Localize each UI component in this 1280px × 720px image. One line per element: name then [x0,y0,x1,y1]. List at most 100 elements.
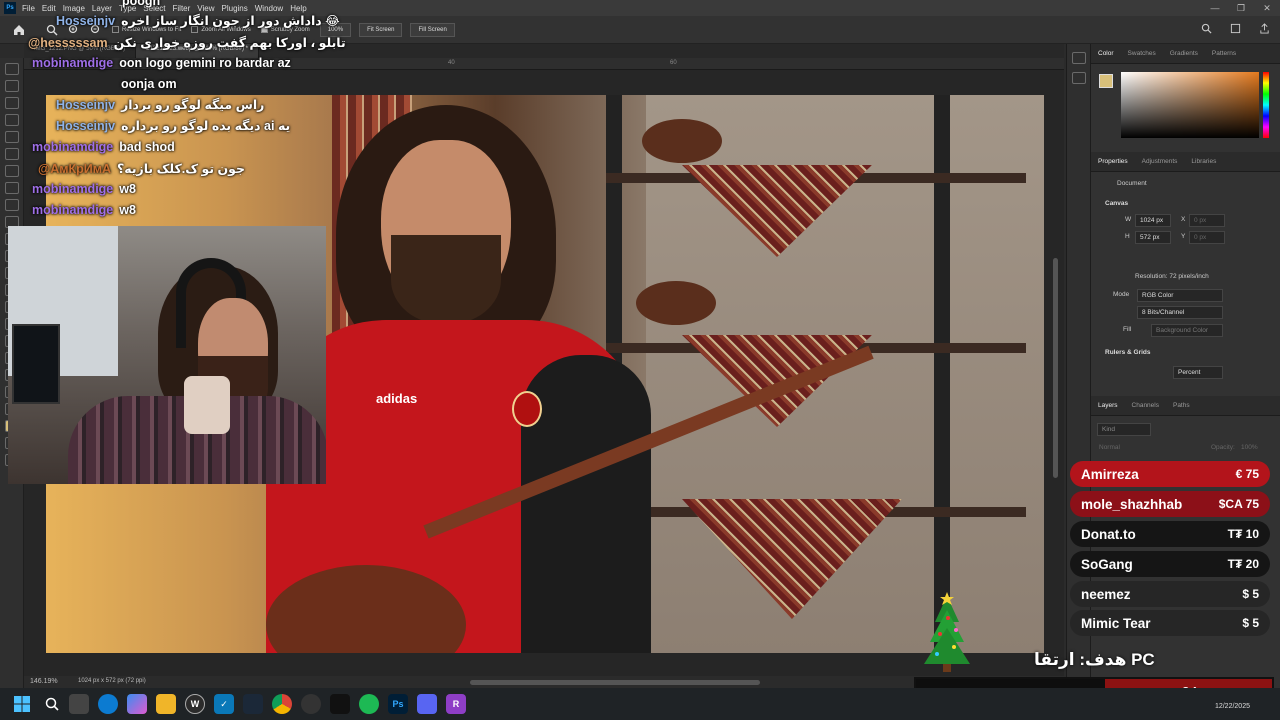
taskbar-date[interactable]: 12/22/2025 [1215,703,1250,710]
lasso-tool-icon[interactable] [5,97,19,109]
close-icon[interactable]: ✕ [1254,0,1280,16]
jersey-side-panel [521,355,651,653]
horizontal-scrollbar[interactable] [470,680,760,685]
edge-icon[interactable] [98,694,118,714]
chat-message: oonja om [121,77,177,91]
tab-channels[interactable]: Channels [1125,402,1166,409]
hue-slider[interactable] [1263,72,1269,138]
color-panel-tabs: Color Swatches Gradients Patterns [1091,44,1280,64]
tab-color[interactable]: Color [1091,50,1121,57]
donation-item: Mimic Tear $ 5 [1070,610,1270,636]
donor-name: Donat.to [1081,526,1136,542]
photoshop-taskbar-icon[interactable]: Ps [388,694,408,714]
x-field[interactable]: 0 px [1189,214,1225,227]
chat-message: poogh [122,0,161,8]
frame-tool-icon[interactable] [5,148,19,160]
brush-tool-icon[interactable] [5,199,19,211]
fit-screen-button[interactable]: Fit Screen [359,22,403,37]
chat-line: Hosseinjv داداش دور از جون انگار ساز اخره… [56,13,340,28]
goal-title: هدف: ارتقا PC [1034,650,1155,669]
spotify-icon[interactable] [359,694,379,714]
donor-name: neemez [1081,586,1131,602]
document-label: Document [1117,180,1147,187]
chat-line: poogh [122,0,160,8]
chat-username: mobinamdige [32,203,114,217]
tab-layers[interactable]: Layers [1091,402,1125,409]
share-icon[interactable] [1259,23,1270,34]
crop-tool-icon[interactable] [5,131,19,143]
opacity-value[interactable]: 100% [1241,444,1258,451]
file-explorer-icon[interactable] [156,694,176,714]
move-tool-icon[interactable] [5,63,19,75]
discord-icon[interactable] [417,694,437,714]
color-field[interactable] [1121,72,1259,138]
vpn-icon[interactable]: ✓ [214,694,234,714]
chat-message: bad shod [119,140,175,154]
healing-tool-icon[interactable] [5,182,19,194]
menu-edit[interactable]: Edit [42,4,56,13]
bits-dropdown[interactable]: 8 Bits/Channel [1137,306,1223,319]
units-dropdown[interactable]: Percent [1173,366,1223,379]
ruler-label: 60 [670,60,677,66]
menu-image[interactable]: Image [63,4,85,13]
fill-screen-button[interactable]: Fill Screen [410,22,455,37]
workspace-icon[interactable] [1230,23,1241,34]
comments-panel-icon[interactable] [1072,72,1086,84]
rockstar-icon[interactable]: R [446,694,466,714]
rulers-grids-title[interactable]: Rulers & Grids [1105,349,1151,356]
wordpress-icon[interactable]: W [185,694,205,714]
home-icon[interactable] [12,23,26,37]
menu-filter[interactable]: Filter [173,4,191,13]
history-panel-icon[interactable] [1072,52,1086,64]
steam-icon[interactable] [243,694,263,714]
christmas-tree-icon [924,592,970,672]
tab-patterns[interactable]: Patterns [1205,50,1243,57]
davinci-icon[interactable] [301,694,321,714]
menu-help[interactable]: Help [290,4,306,13]
chat-line: mobinamdige oon logo gemini ro bardar az [32,56,291,70]
foreground-color[interactable] [1099,74,1113,88]
menu-file[interactable]: File [22,4,35,13]
width-field[interactable]: 1024 px [1135,214,1171,227]
marquee-tool-icon[interactable] [5,80,19,92]
restore-icon[interactable]: ❐ [1228,0,1254,16]
search-taskbar-icon[interactable] [44,696,60,712]
eyedropper-tool-icon[interactable] [5,165,19,177]
donor-name: mole_shazhhab [1081,496,1183,512]
menu-view[interactable]: View [197,4,214,13]
tab-libraries[interactable]: Libraries [1184,158,1223,165]
donation-item: SoGang T₮ 20 [1070,551,1270,577]
tab-properties[interactable]: Properties [1091,158,1135,165]
tab-adjustments[interactable]: Adjustments [1135,158,1185,165]
layers-filter[interactable]: Kind [1097,423,1151,436]
donation-amount: $ 5 [1242,587,1259,601]
tab-gradients[interactable]: Gradients [1163,50,1205,57]
status-doc-info: 1024 px x 572 px (72 ppi) [78,678,146,684]
tab-swatches[interactable]: Swatches [1121,50,1163,57]
windows-start-icon[interactable] [14,696,30,712]
chrome-icon[interactable] [272,694,292,714]
y-field[interactable]: 0 px [1189,231,1225,244]
webcam-overlay [8,226,326,484]
chat-username: Hosseinjv [56,98,116,112]
donation-amount: T₮ 10 [1227,527,1259,541]
tab-paths[interactable]: Paths [1166,402,1197,409]
height-field[interactable]: 572 px [1135,231,1171,244]
copilot-icon[interactable] [127,694,147,714]
minimize-icon[interactable]: — [1202,0,1228,16]
quick-select-tool-icon[interactable] [5,114,19,126]
menu-layer[interactable]: Layer [92,4,112,13]
vertical-scrollbar[interactable] [1053,258,1058,478]
capcut-icon[interactable] [330,694,350,714]
menu-plugins[interactable]: Plugins [222,4,248,13]
fill-dropdown[interactable]: Background Color [1151,324,1223,337]
search-icon[interactable] [1201,23,1212,34]
menu-window[interactable]: Window [255,4,283,13]
status-zoom[interactable]: 146.19% [30,678,58,685]
donor-name: SoGang [1081,556,1133,572]
chat-username: mobinamdige [32,56,114,70]
canvas-section-title[interactable]: Canvas [1105,200,1128,207]
blend-mode[interactable]: Normal [1099,444,1120,451]
task-view-icon[interactable] [69,694,89,714]
mode-dropdown[interactable]: RGB Color [1137,289,1223,302]
